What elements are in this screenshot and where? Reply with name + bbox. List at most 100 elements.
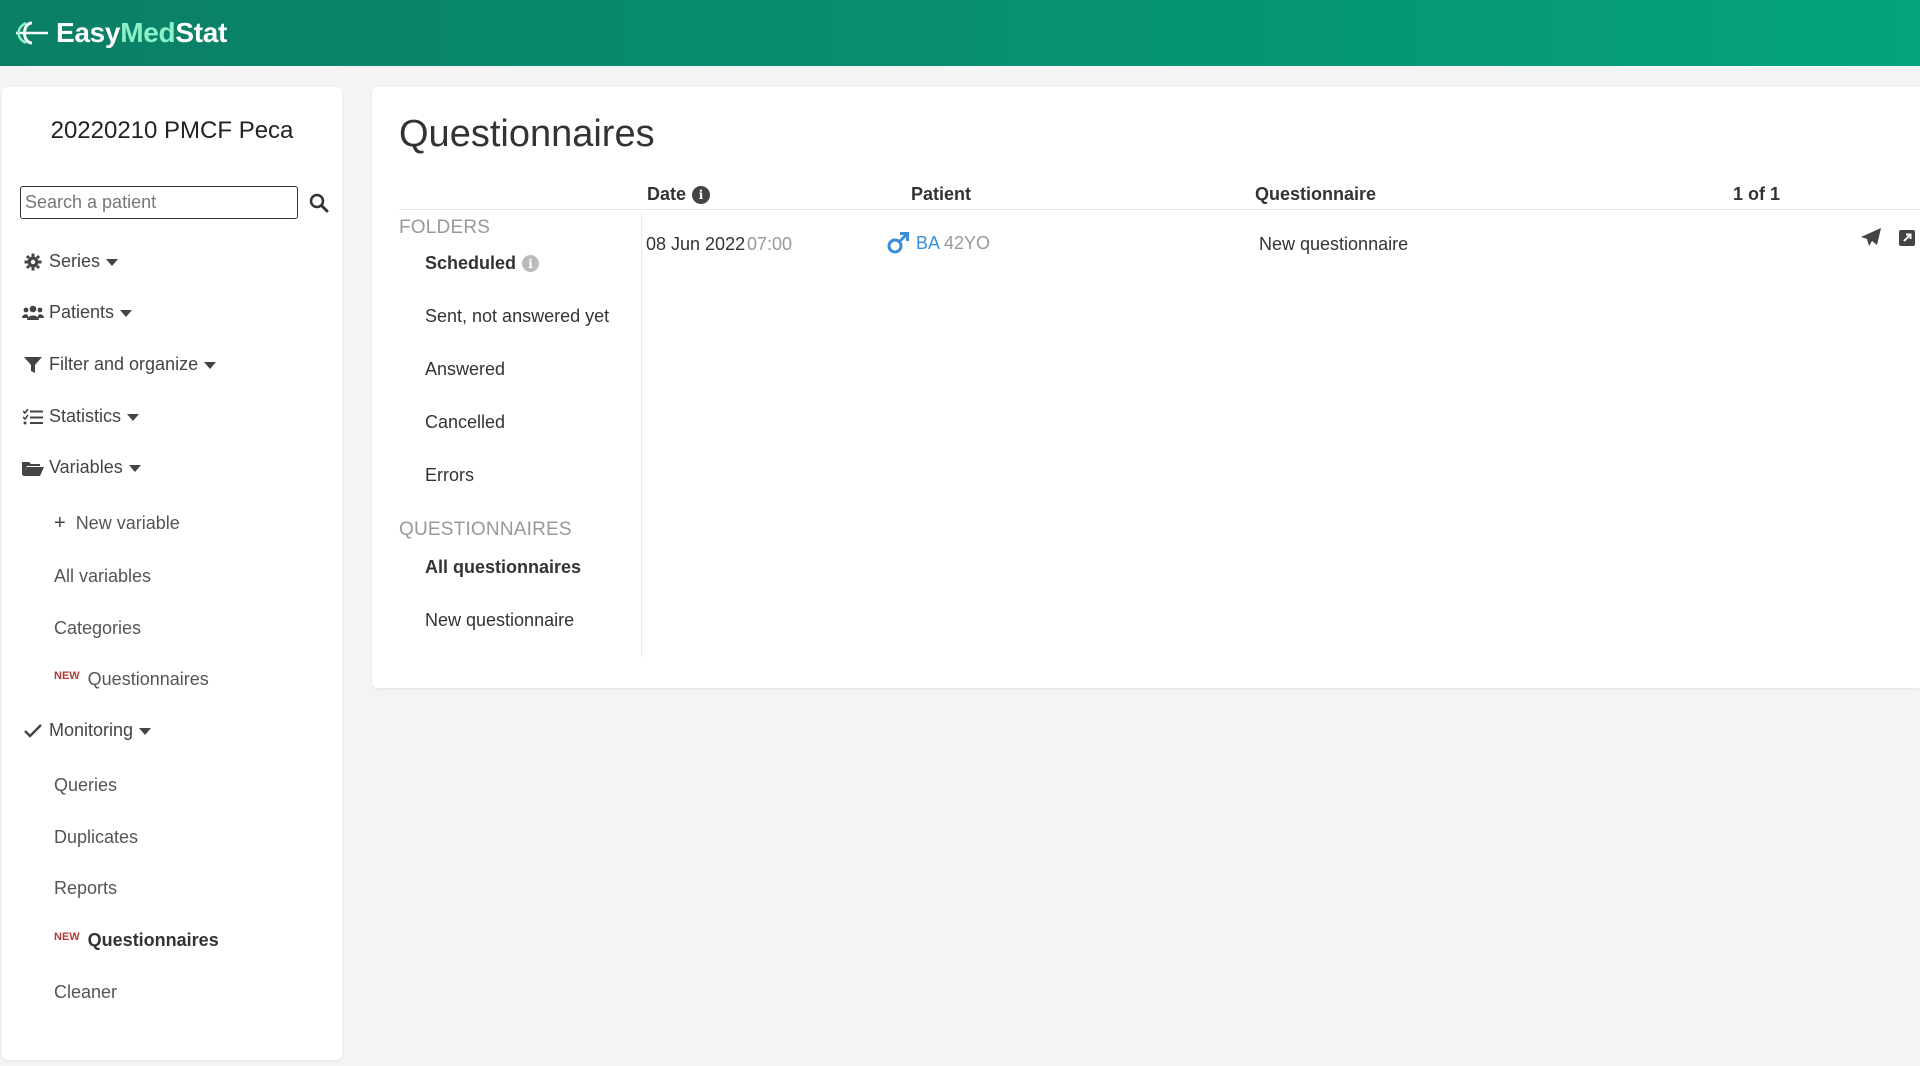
cleaner-link[interactable]: Cleaner	[54, 982, 117, 1003]
logo-text-stat: Stat	[175, 17, 228, 48]
patient-code: BA	[916, 232, 941, 253]
new-variable-label: New variable	[75, 513, 180, 533]
folder-errors[interactable]: Errors	[425, 465, 474, 486]
variables-questionnaires-label: Questionnaires	[87, 669, 209, 689]
caret-down-icon	[106, 259, 119, 266]
main-panel: Questionnaires Date i Patient Questionna…	[372, 87, 1920, 688]
menu-series[interactable]: Series	[22, 251, 119, 272]
menu-statistics-label: Statistics	[49, 406, 122, 426]
menu-patients-label: Patients	[49, 302, 115, 322]
menu-variables-label: Variables	[49, 457, 123, 477]
all-variables-link[interactable]: All variables	[54, 566, 151, 587]
search-input[interactable]	[20, 186, 298, 219]
row-date: 08 Jun 2022	[646, 234, 745, 255]
filter-icon	[22, 355, 44, 375]
table-header: Date i Patient Questionnaire 1 of 1	[399, 184, 1920, 210]
monitoring-questionnaires-link[interactable]: NEW Questionnaires	[54, 930, 219, 951]
check-icon	[22, 721, 44, 741]
caret-down-icon	[127, 414, 140, 421]
users-icon	[22, 303, 44, 323]
app-logo[interactable]: Easy Med Stat	[14, 17, 227, 49]
pagination-indicator: 1 of 1	[1733, 184, 1780, 205]
table-row[interactable]: 08 Jun 2022 07:00 BA 42YO New questionna…	[642, 211, 1920, 267]
row-questionnaire-value: New questionnaire	[1259, 234, 1409, 254]
search-button[interactable]	[308, 192, 330, 214]
variables-questionnaires-link[interactable]: NEW Questionnaires	[54, 669, 209, 690]
reports-label: Reports	[54, 878, 118, 898]
menu-filter-label: Filter and organize	[49, 354, 199, 374]
filter-new-questionnaire[interactable]: New questionnaire	[425, 610, 574, 631]
row-patient[interactable]: BA 42YO	[886, 231, 990, 255]
caret-down-icon	[120, 310, 133, 317]
column-date-label: Date	[647, 184, 687, 204]
new-badge: NEW	[54, 670, 80, 682]
caret-down-icon	[204, 362, 217, 369]
folder-answered-label: Answered	[425, 359, 506, 379]
male-icon	[887, 232, 909, 254]
patient-search	[20, 186, 330, 219]
column-patient-label: Patient	[911, 184, 972, 204]
caret-down-icon	[139, 728, 152, 735]
reports-link[interactable]: Reports	[54, 878, 117, 899]
project-title: 20220210 PMCF Peca	[50, 117, 294, 144]
menu-statistics[interactable]: Statistics	[22, 406, 140, 427]
column-questionnaire-label: Questionnaire	[1255, 184, 1377, 204]
folder-cancelled[interactable]: Cancelled	[425, 412, 505, 433]
row-time: 07:00	[747, 234, 792, 255]
monitoring-questionnaires-label: Questionnaires	[87, 930, 219, 950]
logo-text-med: Med	[120, 17, 176, 48]
logo-text-easy: Easy	[56, 17, 121, 48]
folders-panel: FOLDERS Scheduled i Sent, not answered y…	[399, 211, 642, 657]
column-date[interactable]: Date i	[647, 184, 711, 205]
caret-down-icon	[128, 465, 141, 472]
folder-sent-not-answered-label: Sent, not answered yet	[425, 306, 610, 326]
all-variables-label: All variables	[54, 566, 152, 586]
categories-link[interactable]: Categories	[54, 618, 141, 639]
menu-series-label: Series	[49, 251, 101, 271]
folder-sent-not-answered[interactable]: Sent, not answered yet	[425, 306, 609, 327]
top-bar: Easy Med Stat	[0, 0, 1920, 66]
folders-heading: FOLDERS	[399, 217, 491, 238]
menu-patients[interactable]: Patients	[22, 302, 133, 323]
send-button[interactable]	[1860, 227, 1882, 249]
duplicates-label: Duplicates	[54, 827, 139, 847]
folder-scheduled-label: Scheduled	[425, 253, 517, 273]
menu-monitoring[interactable]: Monitoring	[22, 720, 152, 741]
menu-variables[interactable]: Variables	[22, 457, 141, 478]
folder-scheduled[interactable]: Scheduled i	[425, 253, 540, 274]
info-icon[interactable]: i	[522, 255, 540, 272]
info-icon[interactable]: i	[692, 185, 711, 204]
menu-monitoring-label: Monitoring	[49, 720, 134, 740]
queries-link[interactable]: Queries	[54, 775, 117, 796]
column-questionnaire[interactable]: Questionnaire	[1255, 184, 1376, 205]
paper-plane-icon	[1861, 228, 1881, 246]
pagination-label: 1 of 1	[1733, 184, 1781, 204]
filter-all-questionnaires-label: All questionnaires	[425, 557, 582, 577]
filter-new-questionnaire-label: New questionnaire	[425, 610, 575, 630]
page-title: Questionnaires	[399, 113, 655, 155]
queries-label: Queries	[54, 775, 118, 795]
row-questionnaire: New questionnaire	[1259, 234, 1408, 255]
search-icon	[309, 193, 329, 212]
row-date-value: 08 Jun 2022	[646, 234, 746, 254]
folder-cancelled-label: Cancelled	[425, 412, 506, 432]
logo-icon	[16, 21, 48, 45]
gear-icon	[22, 252, 44, 272]
duplicates-link[interactable]: Duplicates	[54, 827, 138, 848]
new-badge: NEW	[54, 931, 80, 943]
external-link-icon	[1899, 230, 1915, 246]
patient-age: 42YO	[944, 232, 991, 253]
column-patient[interactable]: Patient	[911, 184, 971, 205]
menu-filter[interactable]: Filter and organize	[22, 354, 217, 375]
filter-all-questionnaires[interactable]: All questionnaires	[425, 557, 581, 578]
folder-open-icon	[22, 458, 44, 478]
folder-errors-label: Errors	[425, 465, 474, 485]
patient-link[interactable]: BA 42YO	[886, 231, 990, 255]
categories-label: Categories	[54, 618, 142, 638]
sidebar: 20220210 PMCF Peca Series Patients Filte…	[2, 87, 342, 1060]
cleaner-label: Cleaner	[54, 982, 118, 1002]
row-actions	[1860, 227, 1920, 249]
folder-answered[interactable]: Answered	[425, 359, 505, 380]
open-external-button[interactable]	[1896, 227, 1918, 249]
new-variable-link[interactable]: + New variable	[54, 512, 180, 535]
